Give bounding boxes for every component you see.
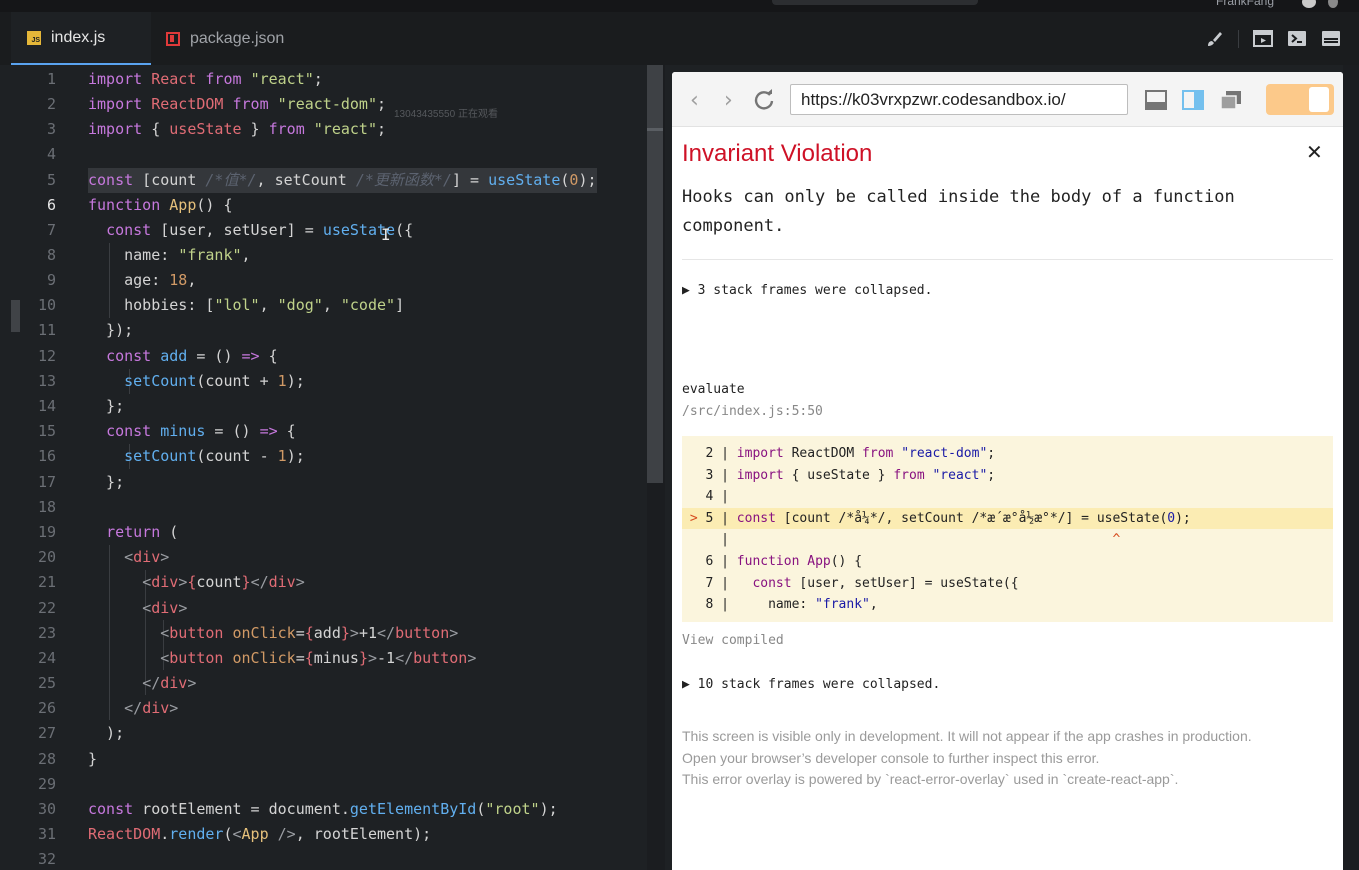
- code-line: 25 </div>: [37, 674, 197, 692]
- code-line: 26 </div>: [37, 699, 179, 717]
- code-line: 12 const add = () => {: [37, 347, 278, 365]
- browser-preview: ‹ › https://k03vrxpzwr.codesandbox.io/ I…: [672, 72, 1343, 870]
- refresh-icon[interactable]: [753, 89, 775, 110]
- code-frame-line: 3 | import { useState } from "react";: [682, 467, 996, 483]
- code-line: 9 age: 18,: [46, 271, 197, 289]
- code-frame-marker-line: | ^: [682, 532, 1121, 548]
- collapsed-frames-toggle[interactable]: ▶ 10 stack frames were collapsed.: [682, 677, 940, 692]
- collapsed-frames-toggle[interactable]: ▶ 3 stack frames were collapsed.: [682, 283, 932, 298]
- close-icon[interactable]: ✕: [1306, 140, 1323, 164]
- code-line: 13 setCount(count + 1);: [37, 372, 305, 390]
- console-icon[interactable]: [1321, 30, 1341, 48]
- code-line: 19 return (: [37, 523, 179, 541]
- code-line: 15 const minus = () => {: [37, 422, 296, 440]
- code-line: 21 <div>{count}</div>: [37, 573, 305, 591]
- code-line: 23 <button onClick={add}>+1</button>: [37, 624, 459, 642]
- top-strip: FrankFang: [0, 0, 1359, 12]
- avatar-secondary: [1328, 0, 1338, 8]
- url-input[interactable]: https://k03vrxpzwr.codesandbox.io/: [790, 84, 1128, 115]
- code-frame-line: 7 | const [user, setUser] = useState({: [682, 575, 1019, 591]
- user-name[interactable]: FrankFang: [1216, 0, 1274, 8]
- code-line: 14 };: [37, 397, 125, 415]
- package-icon: [166, 31, 180, 46]
- tab-bar: JS index.js package.json: [0, 12, 1359, 65]
- code-frame-line: 6 | function App() {: [682, 553, 863, 569]
- toggle-knob: [1309, 87, 1329, 112]
- code-line: 2 import ReactDOM from "react-dom";: [46, 95, 387, 113]
- search-pill[interactable]: [772, 0, 978, 5]
- code-line: 22 <div>: [37, 599, 188, 617]
- code-line: 7 const [user, setUser] = useState({: [46, 221, 414, 239]
- code-line: 24 <button onClick={minus}>-1</button>: [37, 649, 477, 667]
- layout-right-icon[interactable]: [1182, 90, 1204, 110]
- code-line: 27 );: [37, 724, 125, 742]
- layout-bottom-icon[interactable]: [1145, 90, 1167, 110]
- code-line: 8 name: "frank",: [46, 246, 251, 264]
- code-line: 32: [37, 850, 56, 868]
- code-frame: 2 | import ReactDOM from "react-dom"; 3 …: [682, 436, 1333, 622]
- scrollbar-marker: [647, 128, 663, 131]
- code-line: 3 import { useState } from "react";: [46, 120, 387, 138]
- preview-toggle[interactable]: [1266, 84, 1334, 115]
- code-editor[interactable]: 13043435550 正在观看 1 import React from "rea…: [11, 65, 647, 870]
- terminal-icon[interactable]: [1287, 30, 1307, 48]
- code-frame-line: 4 |: [682, 489, 729, 505]
- back-icon[interactable]: ‹: [690, 88, 699, 113]
- frame-path[interactable]: /src/index.js:5:50: [682, 404, 823, 419]
- tab-label: index.js: [51, 28, 106, 46]
- brush-icon[interactable]: [1204, 30, 1224, 48]
- code-frame-line: 2 | import ReactDOM from "react-dom";: [682, 446, 996, 461]
- tab-label: package.json: [190, 29, 285, 47]
- code-line-selected: 5 const [count /*值*/, setCount /*更新函数*/] …: [11, 168, 647, 193]
- error-title: Invariant Violation: [682, 140, 873, 167]
- code-frame-error-line: > 5 | const [count /*å¼*/, setCount /*æ´…: [682, 507, 1333, 530]
- code-line: 28}: [37, 750, 98, 768]
- footer-line: This error overlay is powered by `react-…: [682, 771, 1179, 787]
- code-line: 30 const rootElement = document.getElemen…: [37, 800, 558, 818]
- open-window-icon[interactable]: [1220, 90, 1242, 110]
- code-line: 17 };: [37, 473, 125, 491]
- code-line: 31 ReactDOM.render(<App />, rootElement);: [37, 825, 432, 843]
- toolbar-divider: [1238, 29, 1239, 48]
- view-compiled-link[interactable]: View compiled: [682, 633, 784, 648]
- js-file-icon: JS: [27, 30, 41, 45]
- overlay-footer: This screen is visible only in developme…: [682, 726, 1252, 791]
- right-scrollbar[interactable]: [1343, 65, 1359, 870]
- code-line: 16 setCount(count - 1);: [37, 447, 305, 465]
- tab-index-js[interactable]: JS index.js: [11, 12, 151, 65]
- browser-toolbar: ‹ › https://k03vrxpzwr.codesandbox.io/: [672, 72, 1343, 127]
- error-message: Hooks can only be called inside the body…: [682, 187, 1235, 236]
- footer-line: This screen is visible only in developme…: [682, 728, 1252, 744]
- code-frame-line: 8 | name: "frank",: [682, 597, 878, 613]
- code-line: 18: [37, 498, 56, 516]
- code-line: 4: [46, 145, 56, 163]
- error-overlay: Invariant Violation ✕ Hooks can only be …: [672, 128, 1343, 870]
- tab-package-json[interactable]: package.json: [150, 12, 320, 65]
- code-line: 10 hobbies: ["lol", "dog", "code"]: [37, 296, 405, 314]
- text-cursor-icon: I: [381, 225, 391, 244]
- avatar[interactable]: [1302, 0, 1316, 8]
- preview-icon[interactable]: [1253, 30, 1273, 48]
- code-line: 20 <div>: [37, 548, 170, 566]
- frame-function: evaluate: [682, 382, 745, 397]
- code-line: 11 });: [37, 321, 134, 339]
- code-line: 6 function App() {: [46, 196, 233, 214]
- divider: [682, 259, 1333, 260]
- forward-icon[interactable]: ›: [724, 88, 733, 113]
- footer-line: Open your browser’s developer console to…: [682, 749, 1100, 766]
- code-line: 29: [37, 775, 56, 793]
- code-line: 1 import React from "react";: [46, 70, 323, 88]
